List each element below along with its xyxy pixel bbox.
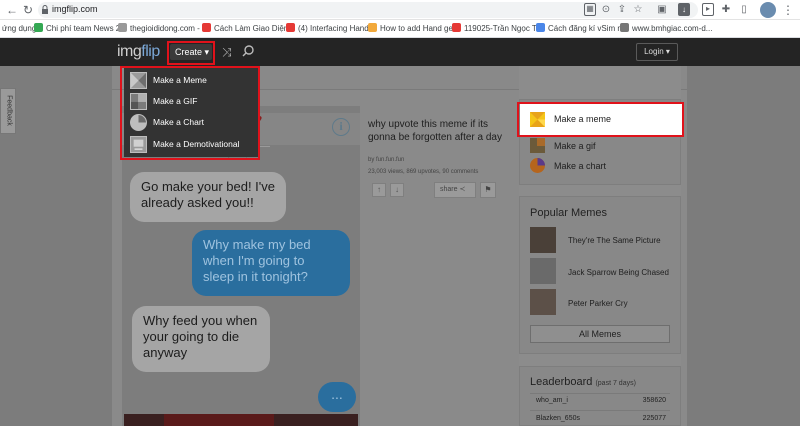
leaderboard-period: (past 7 days) — [595, 380, 636, 387]
bookmark-item[interactable]: Cách đăng kí vSim n... — [536, 23, 628, 35]
logo-text-img: img — [117, 43, 142, 60]
download-icon[interactable]: ↓ — [678, 3, 690, 16]
bookmark-item[interactable]: Chi phí team News 2... — [34, 23, 127, 35]
popular-memes-title: Popular Memes — [530, 207, 608, 219]
profile-avatar[interactable] — [760, 2, 776, 18]
globe-icon — [620, 23, 629, 32]
bookmark-item[interactable]: Cách Làm Giao Diện... — [202, 23, 295, 35]
make-meme-highlight-box — [517, 102, 684, 137]
share-page-icon[interactable]: ⇪ — [616, 3, 628, 16]
bookmark-item[interactable]: www.bmhgiac.com-d... — [620, 23, 712, 35]
gif-icon — [530, 138, 545, 153]
chat-bubble: Why make my bed when I'm going to sleep … — [192, 230, 350, 296]
meme-thumbnail[interactable] — [530, 258, 556, 284]
vsim-icon — [536, 23, 545, 32]
cast-icon[interactable]: ⊙ — [600, 3, 612, 16]
share-button[interactable]: share ≺ — [434, 182, 476, 198]
bookmark-star-icon[interactable]: ☆ — [632, 3, 644, 16]
flag-button[interactable]: ⚑ — [480, 182, 496, 198]
search-icon[interactable] — [241, 44, 255, 58]
more-menu-icon[interactable]: ⋮ — [782, 2, 794, 18]
post-stats: 23,003 views, 869 upvotes, 90 comments — [368, 169, 479, 175]
leaderboard-score: 358620 — [642, 397, 666, 404]
bookmark-item[interactable]: 119025-Trần Ngọc T... — [452, 23, 543, 35]
next-meme-stripe — [164, 414, 274, 426]
leaderboard-row[interactable]: Blazken_650s 225077 — [536, 415, 666, 422]
divider — [530, 410, 670, 411]
popular-meme-link[interactable]: Peter Parker Cry — [568, 299, 628, 308]
chat-bubble: Go make your bed! I've already asked you… — [130, 172, 286, 222]
feedback-label: Feedback — [5, 95, 13, 126]
chat-bubble: Why feed you when your going to die anyw… — [132, 306, 270, 372]
share-label: share — [440, 186, 458, 193]
meme-thumbnail[interactable] — [530, 289, 556, 315]
leaderboard-user: who_am_i — [536, 397, 568, 404]
info-icon: i — [332, 118, 350, 136]
make-chart-link[interactable]: Make a chart — [554, 161, 606, 171]
globe-icon — [118, 23, 127, 32]
folder-icon — [368, 23, 377, 32]
imgflip-logo[interactable]: imgflip — [117, 43, 160, 61]
sheets-icon — [34, 23, 43, 32]
next-meme-image[interactable] — [124, 414, 358, 426]
leaderboard-user: Blazken_650s — [536, 415, 580, 422]
youtube-icon — [452, 23, 461, 32]
leaderboard-title-text: Leaderboard — [530, 376, 593, 388]
bookmark-item[interactable]: thegioididong.com - ... — [118, 23, 209, 35]
upvote-button[interactable]: ↑ — [372, 183, 386, 197]
site-navbar: imgflip Create ▾ ⤨ Login ▾ — [0, 38, 800, 66]
bookmarks-bar: ứng dụng Chi phí team News 2... thegioid… — [0, 20, 800, 38]
chart-icon — [530, 158, 545, 173]
downvote-button[interactable]: ↓ — [390, 183, 404, 197]
url-field[interactable]: imgflip.com — [38, 2, 698, 18]
leaderboard-score: 225077 — [642, 415, 666, 422]
logo-text-flip: flip — [141, 43, 160, 60]
back-icon[interactable]: ← — [4, 2, 20, 18]
divider — [530, 393, 670, 394]
create-highlight-box — [167, 41, 215, 65]
leaderboard-title: Leaderboard (past 7 days) — [530, 376, 636, 388]
leaderboard-row[interactable]: who_am_i 358620 — [536, 397, 666, 404]
reload-icon[interactable]: ↻ — [20, 2, 36, 18]
qr-icon[interactable]: ▦ — [584, 3, 596, 16]
login-button[interactable]: Login ▾ — [636, 43, 678, 61]
feedback-tab[interactable]: Feedback — [0, 88, 16, 134]
youtube-icon — [286, 23, 295, 32]
bookmark-item[interactable]: (4) Interfacing Hand... — [286, 23, 375, 35]
popular-meme-link[interactable]: They're The Same Picture — [568, 236, 661, 245]
dropdown-highlight-box — [120, 66, 260, 160]
youtube-icon — [202, 23, 211, 32]
puzzle-icon[interactable]: ✚ — [720, 3, 732, 16]
bookmark-apps[interactable]: ứng dụng — [2, 23, 36, 35]
sidebar-toggle-icon[interactable]: ▯ — [738, 3, 750, 16]
extension-icon[interactable]: ▣ — [656, 3, 668, 16]
meme-thumbnail[interactable] — [530, 227, 556, 253]
shuffle-icon[interactable]: ⤨ — [222, 45, 236, 59]
make-gif-link[interactable]: Make a gif — [554, 141, 596, 151]
post-author[interactable]: by fun.fun.fun — [368, 157, 404, 163]
lock-icon — [42, 5, 48, 14]
media-icon[interactable]: ▸ — [702, 3, 714, 16]
url-text: imgflip.com — [52, 4, 98, 14]
share-icon: ≺ — [459, 186, 466, 193]
popular-meme-link[interactable]: Jack Sparrow Being Chased — [568, 268, 669, 277]
post-title[interactable]: why upvote this meme if its gonna be for… — [368, 118, 508, 144]
bookmark-item[interactable]: How to add Hand ge... — [368, 23, 460, 35]
browser-address-bar: ← ↻ imgflip.com ▦ ⊙ ⇪ ☆ ▣ ↓ ▸ ✚ ▯ ⋮ — [0, 0, 800, 20]
typing-bubble: ... — [318, 382, 356, 412]
all-memes-button[interactable]: All Memes — [530, 325, 670, 343]
